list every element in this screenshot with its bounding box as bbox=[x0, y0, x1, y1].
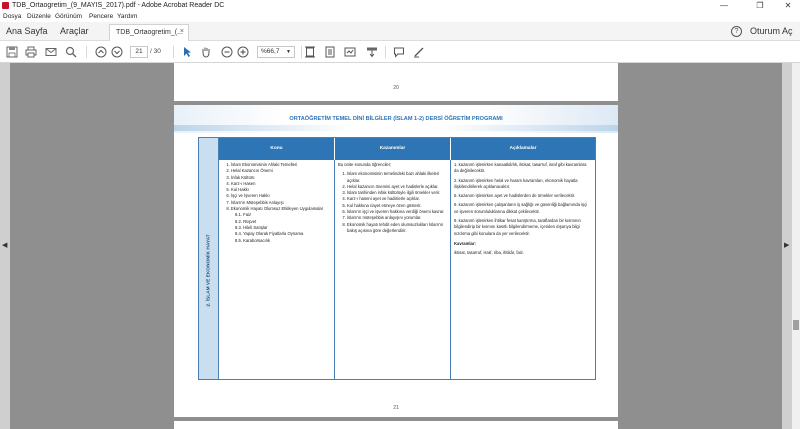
menu-help[interactable]: Yardım bbox=[117, 13, 137, 20]
pdf-page-next bbox=[174, 421, 618, 429]
menu-file[interactable]: Dosya bbox=[3, 13, 21, 20]
aciklama-item: 8. kazanım işlenirken ihtikar fesat karı… bbox=[454, 218, 581, 236]
read-mode-icon[interactable] bbox=[344, 46, 356, 58]
close-button[interactable]: ✕ bbox=[776, 0, 800, 12]
menu-bar: Dosya Düzenle Görünüm Pencere Yardım bbox=[0, 12, 800, 22]
kavramlar-text: iktisat, tasarruf, israf, riba, ihtikâr,… bbox=[454, 250, 525, 256]
left-panel-toggle[interactable]: ◀ bbox=[0, 63, 10, 429]
toolbar-separator bbox=[385, 46, 386, 58]
tab-close-icon[interactable]: × bbox=[180, 28, 184, 35]
unit-label-column: 2. İSLAM VE EKONOMİK HAYAT bbox=[199, 138, 219, 379]
zoom-out-icon[interactable] bbox=[221, 46, 233, 58]
scroll-mode-icon[interactable] bbox=[324, 46, 336, 58]
page-number-label: 20 bbox=[393, 85, 399, 91]
hand-icon[interactable] bbox=[200, 46, 212, 58]
select-cursor-icon[interactable] bbox=[181, 46, 193, 58]
toolbar-separator bbox=[86, 46, 87, 58]
tab-home[interactable]: Ana Sayfa bbox=[6, 26, 48, 36]
search-icon[interactable] bbox=[65, 46, 77, 58]
toolbar-separator bbox=[301, 46, 302, 58]
menu-view[interactable]: Görünüm bbox=[55, 13, 82, 20]
tab-document[interactable]: TDB_Ortaogretim_(... × bbox=[109, 24, 189, 41]
header-swoosh bbox=[174, 125, 618, 131]
scrollbar-thumb[interactable] bbox=[793, 320, 799, 330]
document-workspace[interactable]: ◀ 20 ORTAÖĞRETİM TEMEL DİNİ BİLGİLER (İS… bbox=[0, 63, 800, 429]
kazanim-item: İslam ekonomisinin temelindeki bazı ahla… bbox=[347, 171, 447, 184]
sign-icon[interactable] bbox=[413, 46, 425, 58]
kazanimlar-cell: Bu ünite sonunda öğrenciler; İslam ekono… bbox=[335, 160, 451, 379]
vertical-scrollbar[interactable] bbox=[792, 63, 800, 429]
pdf-page-current: ORTAÖĞRETİM TEMEL DİNİ BİLGİLER (İSLAM 1… bbox=[174, 105, 618, 417]
login-button[interactable]: Oturum Aç bbox=[750, 26, 793, 36]
page-number-input[interactable]: 21 bbox=[130, 46, 148, 58]
unit-label: 2. İSLAM VE EKONOMİK HAYAT bbox=[206, 234, 212, 307]
page-up-icon[interactable] bbox=[95, 46, 107, 58]
toolbar: 21 / 30 %66,7 ▼ bbox=[0, 41, 800, 63]
marquee-icon[interactable] bbox=[366, 46, 378, 58]
page-number-label: 21 bbox=[393, 405, 399, 411]
pdf-page-previous: 20 bbox=[174, 63, 618, 101]
zoom-select[interactable]: %66,7 ▼ bbox=[257, 46, 295, 58]
comment-icon[interactable] bbox=[393, 46, 405, 58]
tab-tools[interactable]: Araçlar bbox=[60, 26, 89, 36]
header-kazanimlar: Kazanımlar bbox=[335, 138, 451, 160]
menu-window[interactable]: Pencere bbox=[89, 13, 113, 20]
kazanimlar-intro: Bu ünite sonunda öğrenciler; bbox=[338, 162, 392, 167]
kavramlar-label: Kavramlar: bbox=[454, 240, 476, 246]
kazanim-item: Ekonomik hayatı tehdit eden olumsuzlukla… bbox=[347, 222, 447, 235]
aciklamalar-cell: 1. kazanım işlenirken kanaatkârlık, ikti… bbox=[451, 160, 595, 379]
print-icon[interactable] bbox=[25, 46, 37, 58]
header-konu: Konu bbox=[219, 138, 335, 160]
tab-bar: Ana Sayfa Araçlar TDB_Ortaogretim_(... ×… bbox=[0, 22, 800, 41]
acrobat-app-icon bbox=[2, 2, 9, 9]
konu-cell: İslam Ekonomisinin Ahlaki Temelleri Hela… bbox=[219, 160, 335, 379]
chevron-right-icon: ▶ bbox=[784, 242, 790, 249]
maximize-button[interactable]: ❐ bbox=[748, 0, 772, 12]
chevron-down-icon: ▼ bbox=[286, 49, 291, 55]
help-icon[interactable]: ? bbox=[731, 26, 742, 37]
title-bar: TDB_Ortaogretim_(9_MAYIS_2017).pdf - Ado… bbox=[0, 0, 800, 12]
document-title: ORTAÖĞRETİM TEMEL DİNİ BİLGİLER (İSLAM 1… bbox=[289, 116, 503, 122]
aciklama-item: 2. kazanım işlenirken helal ve haram kav… bbox=[454, 177, 578, 189]
zoom-value: %66,7 bbox=[261, 48, 280, 55]
page-count: / 30 bbox=[150, 48, 161, 55]
email-icon[interactable] bbox=[45, 46, 57, 58]
minimize-button[interactable]: — bbox=[712, 0, 736, 12]
page-down-icon[interactable] bbox=[111, 46, 123, 58]
aciklama-item: 1. kazanım işlenirken kanaatkârlık, ikti… bbox=[454, 162, 587, 174]
header-aciklamalar: Açıklamalar bbox=[451, 138, 595, 160]
tab-document-label: TDB_Ortaogretim_(... bbox=[116, 29, 183, 36]
fit-page-icon[interactable] bbox=[304, 46, 316, 58]
curriculum-table: 2. İSLAM VE EKONOMİK HAYAT Konu Kazanıml… bbox=[198, 137, 596, 380]
window-title: TDB_Ortaogretim_(9_MAYIS_2017).pdf - Ado… bbox=[12, 2, 225, 9]
aciklama-item: 5. kazanım işlenirken ayet ve hadislerde… bbox=[454, 193, 576, 199]
menu-edit[interactable]: Düzenle bbox=[27, 13, 51, 20]
zoom-in-icon[interactable] bbox=[237, 46, 249, 58]
chevron-left-icon: ◀ bbox=[2, 242, 8, 249]
toolbar-separator bbox=[173, 46, 174, 58]
konu-subitem: 8.5. Karaborsacılık bbox=[235, 237, 270, 243]
save-icon[interactable] bbox=[6, 46, 18, 58]
aciklama-item: 6. kazanım işlenirken çalışanların iş sa… bbox=[454, 202, 588, 214]
right-panel-toggle[interactable]: ▶ bbox=[782, 63, 792, 429]
